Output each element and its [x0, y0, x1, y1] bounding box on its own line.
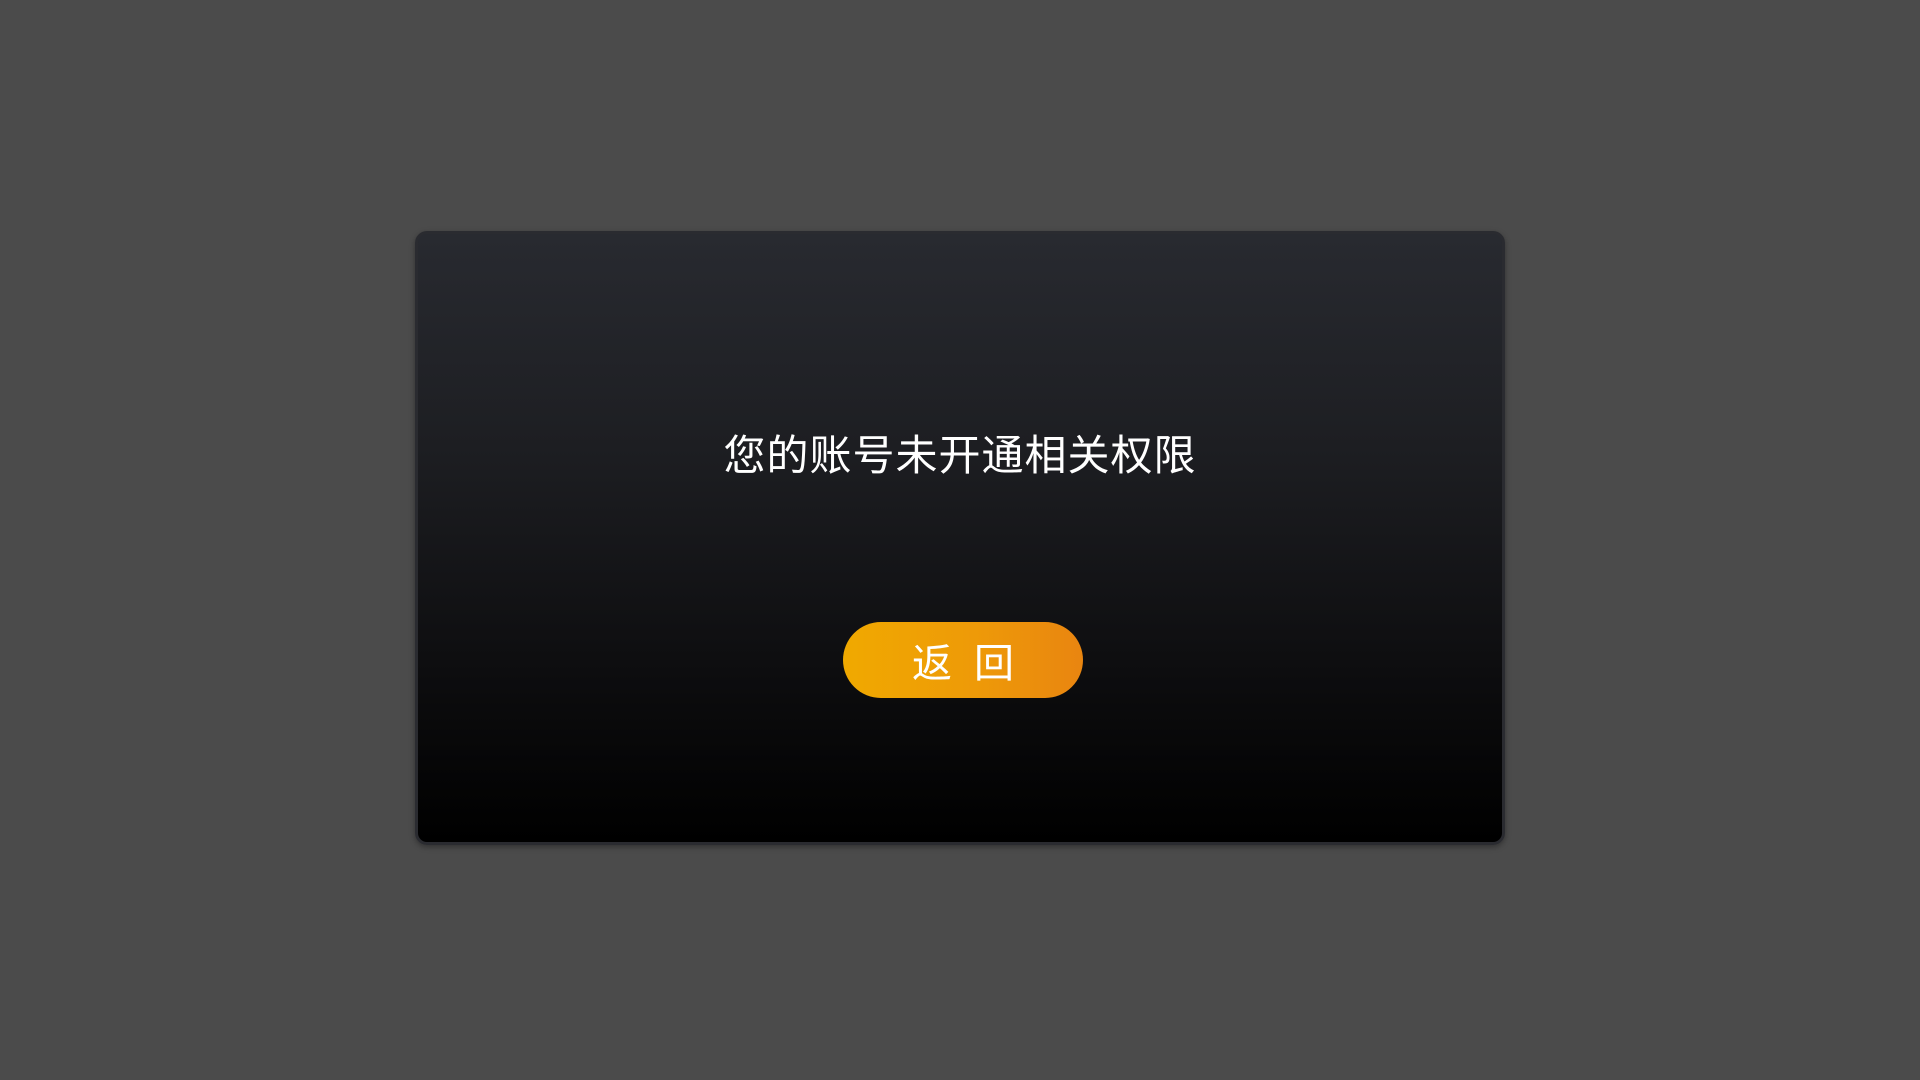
modal-backdrop: 您的账号未开通相关权限 返回 — [0, 0, 1920, 1080]
permission-message: 您的账号未开通相关权限 — [723, 431, 1197, 480]
back-button[interactable]: 返回 — [843, 622, 1083, 698]
permission-dialog: 您的账号未开通相关权限 返回 — [415, 231, 1505, 845]
